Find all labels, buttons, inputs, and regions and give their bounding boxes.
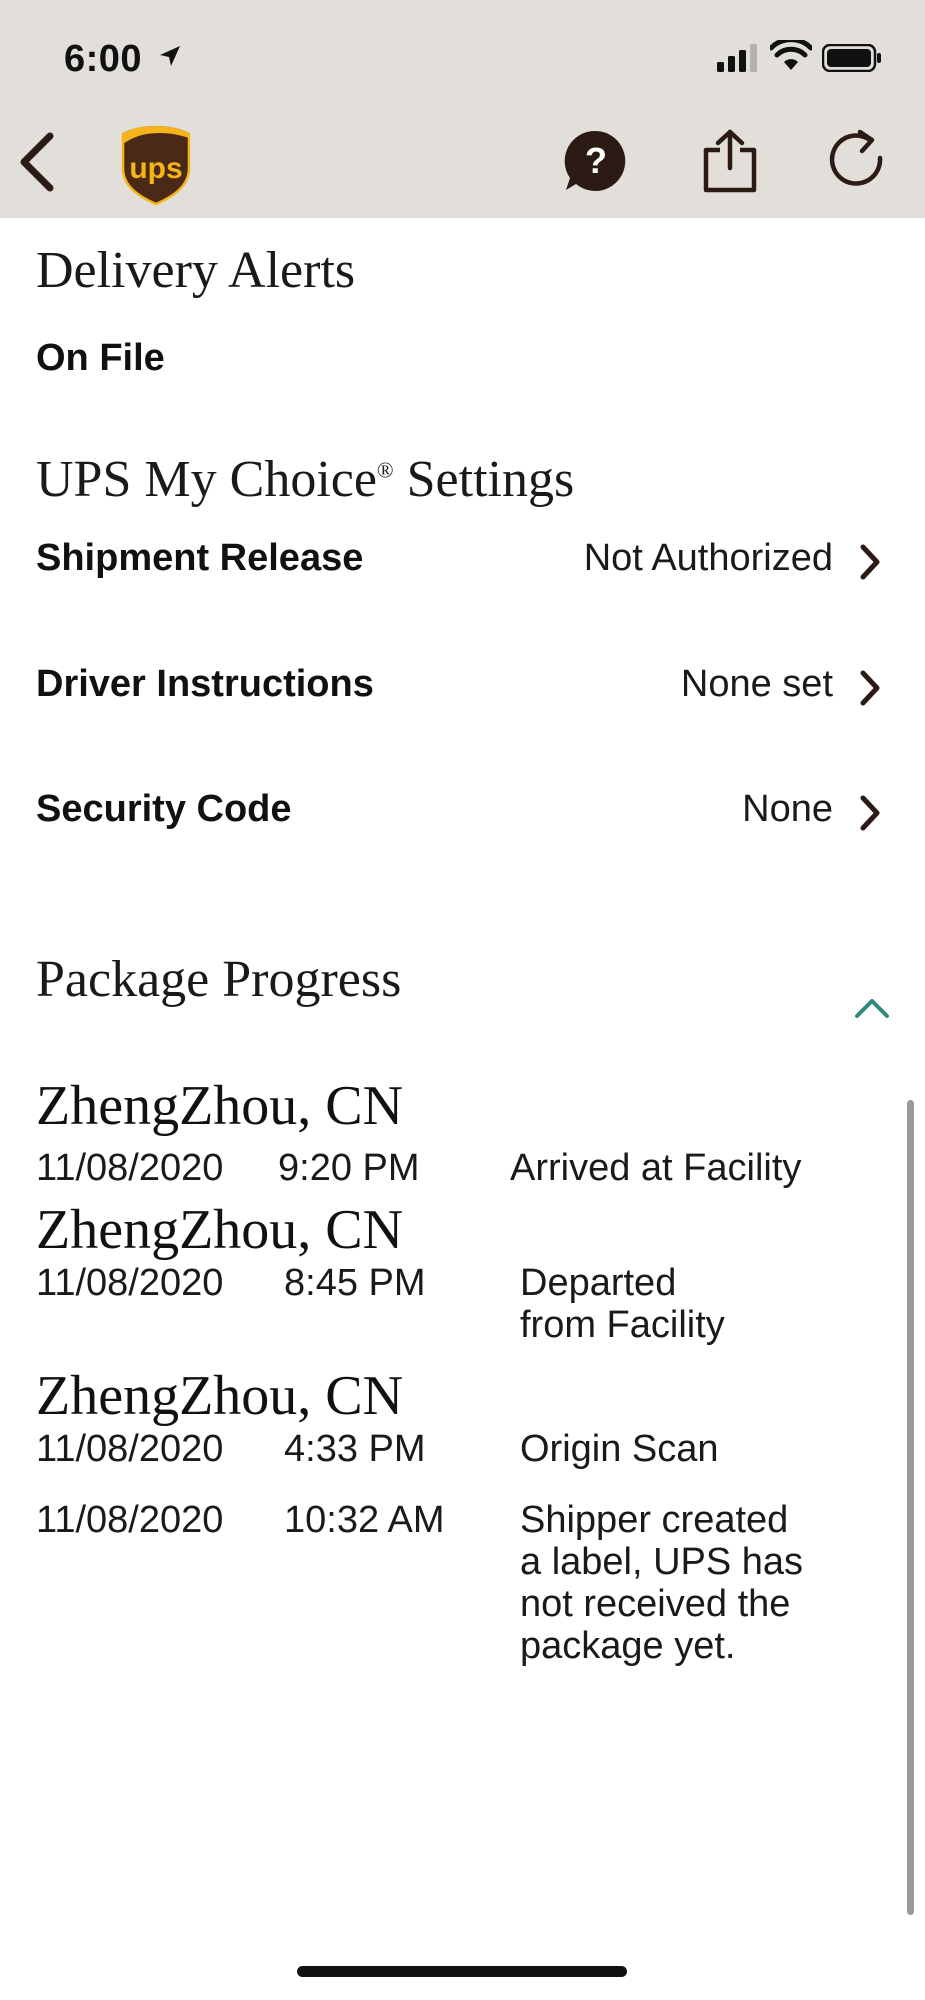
- event-description: Arrived at Facility: [510, 1147, 802, 1189]
- security-code-row[interactable]: Security Code None: [0, 772, 925, 852]
- refresh-icon[interactable]: [828, 128, 888, 190]
- event-location: ZhengZhou, CN: [36, 1365, 404, 1427]
- help-icon[interactable]: ?: [562, 128, 628, 194]
- chevron-right-icon: [860, 795, 880, 831]
- wifi-icon: [770, 40, 812, 70]
- status-time: 6:00: [64, 38, 143, 80]
- package-progress-heading: Package Progress: [36, 951, 402, 1008]
- driver-instructions-label: Driver Instructions: [36, 663, 374, 705]
- event-date: 11/08/2020: [36, 1499, 224, 1541]
- event-time: 4:33 PM: [284, 1428, 426, 1470]
- delivery-alerts-status: On File: [36, 337, 165, 379]
- event-time: 8:45 PM: [284, 1262, 426, 1304]
- location-arrow-icon: [160, 46, 180, 66]
- event-date: 11/08/2020: [36, 1147, 224, 1189]
- svg-text:?: ?: [585, 140, 607, 181]
- chevron-up-icon[interactable]: [852, 995, 892, 1021]
- back-chevron-icon[interactable]: [12, 130, 68, 194]
- security-code-value: None: [742, 788, 833, 830]
- battery-icon: [822, 44, 881, 72]
- event-description: Shipper created a label, UPS has not rec…: [520, 1499, 804, 1667]
- driver-instructions-value: None set: [680, 663, 833, 705]
- security-code-label: Security Code: [36, 788, 292, 830]
- event-location: ZhengZhou, CN: [36, 1075, 404, 1137]
- event-time: 9:20 PM: [278, 1147, 420, 1189]
- ups-logo-text: ups: [129, 152, 182, 185]
- home-indicator[interactable]: [297, 1966, 627, 1977]
- cellular-signal-icon: [717, 44, 757, 72]
- event-time: 10:32 AM: [284, 1499, 445, 1541]
- chevron-right-icon: [860, 670, 880, 706]
- event-date: 11/08/2020: [36, 1262, 224, 1304]
- shipment-release-label: Shipment Release: [36, 537, 364, 579]
- chevron-right-icon: [860, 544, 880, 580]
- my-choice-heading: UPS My Choice® Settings: [36, 451, 575, 508]
- shipment-release-value: Not Authorized: [583, 537, 833, 579]
- event-date: 11/08/2020: [36, 1428, 224, 1470]
- event-description: Departed from Facility: [520, 1262, 725, 1346]
- event-description: Origin Scan: [520, 1428, 719, 1470]
- event-location: ZhengZhou, CN: [36, 1199, 404, 1261]
- delivery-alerts-heading: Delivery Alerts: [36, 242, 356, 299]
- share-icon[interactable]: [700, 128, 760, 194]
- ups-logo: ups: [121, 126, 191, 206]
- driver-instructions-row[interactable]: Driver Instructions None set: [0, 647, 925, 727]
- shipment-release-row[interactable]: Shipment Release Not Authorized: [0, 521, 925, 601]
- scrollbar[interactable]: [907, 1100, 914, 1915]
- top-bar: 6:00 ups ?: [0, 0, 925, 218]
